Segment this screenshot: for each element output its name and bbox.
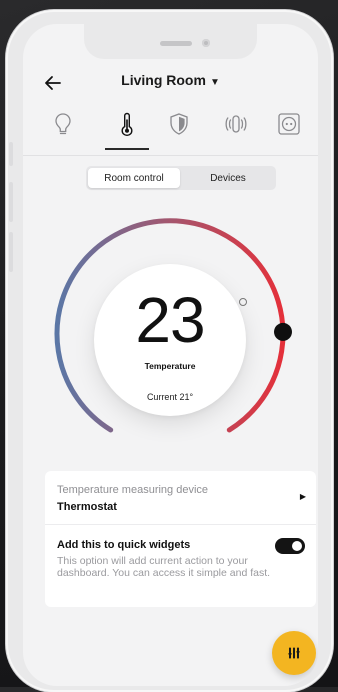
current-temperature: Current 21° bbox=[146, 392, 194, 402]
temperature-label: Temperature bbox=[144, 361, 196, 371]
room-title: Living Room bbox=[121, 72, 206, 88]
divider bbox=[23, 155, 318, 156]
shield-icon[interactable] bbox=[159, 104, 199, 144]
side-button bbox=[9, 182, 13, 222]
device-label: Temperature measuring device bbox=[57, 484, 209, 496]
tab-room-control[interactable]: Room control bbox=[88, 168, 180, 188]
thermostat-dial[interactable]: 23 Temperature Current 21° bbox=[23, 204, 318, 464]
chevron-right-icon: ▶ bbox=[299, 492, 306, 501]
settings-card: Temperature measuring device Thermostat … bbox=[45, 471, 316, 607]
category-tabs bbox=[23, 104, 318, 152]
temperature-readout: 23 Temperature Current 21° bbox=[94, 264, 247, 416]
top-bar: Living Room ▼ bbox=[23, 68, 318, 98]
quick-widgets-toggle[interactable] bbox=[275, 538, 305, 554]
lightbulb-icon[interactable] bbox=[43, 104, 83, 144]
app-screen: Living Room ▼ Room control Devices 23 Te… bbox=[23, 24, 318, 686]
notch bbox=[84, 24, 257, 59]
tab-devices[interactable]: Devices bbox=[182, 168, 274, 188]
temperature-value: 23 bbox=[135, 284, 205, 356]
degree-symbol bbox=[239, 298, 247, 306]
socket-icon[interactable] bbox=[269, 104, 309, 144]
active-tab-indicator bbox=[105, 148, 149, 150]
quick-widgets-description: This option will add current action to y… bbox=[57, 555, 271, 579]
side-button bbox=[9, 142, 13, 166]
device-selector-row[interactable]: Temperature measuring device Thermostat … bbox=[45, 471, 316, 525]
phone-frame: Living Room ▼ Room control Devices 23 Te… bbox=[6, 10, 333, 692]
side-button bbox=[9, 232, 13, 272]
menu-bars-icon bbox=[288, 647, 300, 659]
thermometer-icon[interactable] bbox=[107, 104, 147, 144]
device-value: Thermostat bbox=[57, 501, 117, 513]
toggle-knob bbox=[292, 541, 302, 551]
speaker-grille bbox=[160, 41, 192, 46]
temperature-set-knob[interactable] bbox=[274, 322, 292, 341]
quick-widgets-label: Add this to quick widgets bbox=[57, 539, 191, 551]
front-camera bbox=[202, 39, 210, 47]
caret-down-icon: ▼ bbox=[209, 77, 220, 88]
view-segmented-control: Room control Devices bbox=[86, 166, 276, 190]
menu-fab-button[interactable] bbox=[272, 631, 316, 675]
room-selector[interactable]: Living Room ▼ bbox=[23, 72, 318, 88]
vibration-icon[interactable] bbox=[216, 104, 256, 144]
